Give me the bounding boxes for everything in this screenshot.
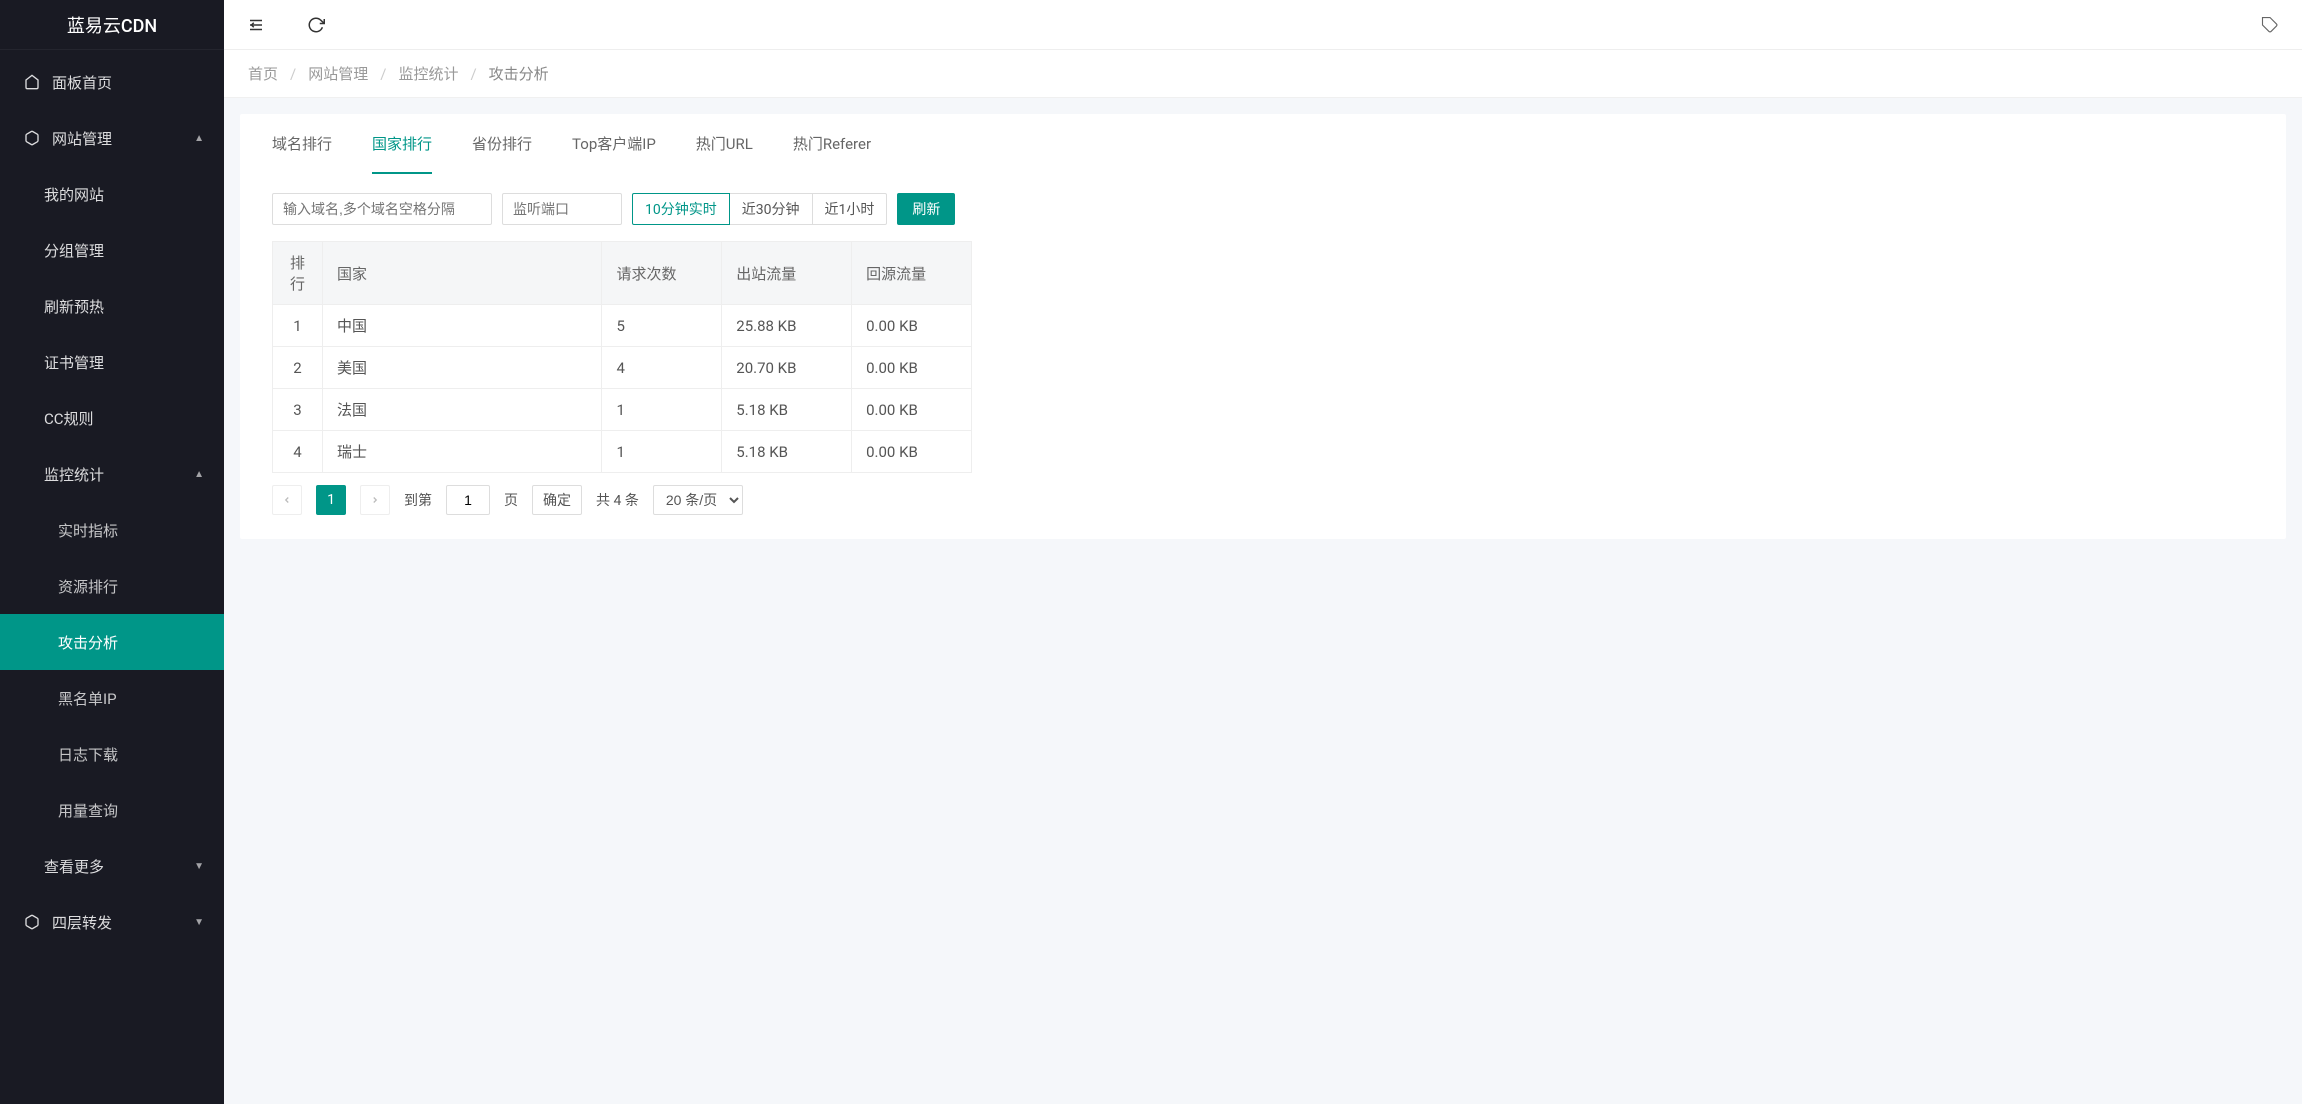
sidebar: 蓝易云CDN 面板首页 网站管理 ▲ 我的网站 分组管理 刷新预热 证书管理 C… bbox=[0, 0, 224, 1104]
page-label: 页 bbox=[504, 490, 518, 510]
cell-req: 5 bbox=[602, 305, 722, 347]
cell-rank: 4 bbox=[273, 431, 323, 473]
domain-input[interactable] bbox=[272, 193, 492, 225]
breadcrumb-home[interactable]: 首页 bbox=[248, 63, 278, 84]
chevron-up-icon: ▲ bbox=[194, 133, 204, 144]
cell-origin: 0.00 KB bbox=[852, 305, 972, 347]
refresh-button[interactable]: 刷新 bbox=[897, 193, 955, 225]
table-row: 2 美国 4 20.70 KB 0.00 KB bbox=[273, 347, 972, 389]
nav-l4-forward[interactable]: 四层转发 ▼ bbox=[0, 894, 224, 950]
nav-monitor[interactable]: 监控统计 ▲ bbox=[0, 446, 224, 502]
cell-req: 1 bbox=[602, 389, 722, 431]
next-page-button[interactable] bbox=[360, 485, 390, 515]
port-input[interactable] bbox=[502, 193, 622, 225]
cell-origin: 0.00 KB bbox=[852, 431, 972, 473]
nav-realtime[interactable]: 实时指标 bbox=[0, 502, 224, 558]
nav-usage-query[interactable]: 用量查询 bbox=[0, 782, 224, 838]
tabs: 域名排行 国家排行 省份排行 Top客户端IP 热门URL 热门Referer bbox=[272, 114, 2254, 173]
nav-my-site[interactable]: 我的网站 bbox=[0, 166, 224, 222]
tab-province-rank[interactable]: 省份排行 bbox=[472, 115, 532, 174]
cell-out: 20.70 KB bbox=[722, 347, 852, 389]
cell-origin: 0.00 KB bbox=[852, 347, 972, 389]
nav-site-mgmt[interactable]: 网站管理 ▲ bbox=[0, 110, 224, 166]
card: 域名排行 国家排行 省份排行 Top客户端IP 热门URL 热门Referer … bbox=[240, 114, 2286, 539]
tab-top-client-ip[interactable]: Top客户端IP bbox=[572, 115, 656, 174]
tab-hot-url[interactable]: 热门URL bbox=[696, 115, 753, 174]
cell-out: 25.88 KB bbox=[722, 305, 852, 347]
total-label: 共 4 条 bbox=[596, 490, 639, 510]
th-out: 出站流量 bbox=[722, 242, 852, 305]
page-1-button[interactable]: 1 bbox=[316, 485, 346, 515]
seg-1h[interactable]: 近1小时 bbox=[812, 193, 888, 225]
cell-req: 4 bbox=[602, 347, 722, 389]
breadcrumb-monitor[interactable]: 监控统计 bbox=[398, 63, 458, 84]
cell-req: 1 bbox=[602, 431, 722, 473]
tag-icon[interactable] bbox=[2258, 13, 2282, 37]
cell-rank: 3 bbox=[273, 389, 323, 431]
nav-log-download[interactable]: 日志下载 bbox=[0, 726, 224, 782]
cell-rank: 2 bbox=[273, 347, 323, 389]
content: 域名排行 国家排行 省份排行 Top客户端IP 热门URL 热门Referer … bbox=[224, 98, 2302, 1104]
cell-country: 法国 bbox=[322, 389, 601, 431]
per-page-select[interactable]: 20 条/页 bbox=[653, 485, 743, 515]
home-icon bbox=[20, 74, 44, 90]
menu-collapse-icon[interactable] bbox=[244, 13, 268, 37]
refresh-icon[interactable] bbox=[304, 13, 328, 37]
time-segment-group: 10分钟实时 近30分钟 近1小时 bbox=[632, 193, 887, 225]
nav-resource-rank[interactable]: 资源排行 bbox=[0, 558, 224, 614]
tab-domain-rank[interactable]: 域名排行 bbox=[272, 115, 332, 174]
breadcrumb: 首页 / 网站管理 / 监控统计 / 攻击分析 bbox=[224, 50, 2302, 98]
nav-blacklist-ip[interactable]: 黑名单IP bbox=[0, 670, 224, 726]
cube-icon bbox=[20, 130, 44, 146]
cube-icon bbox=[20, 914, 44, 930]
main: 首页 / 网站管理 / 监控统计 / 攻击分析 域名排行 国家排行 省份排行 T… bbox=[224, 0, 2302, 1104]
chevron-down-icon: ▼ bbox=[194, 917, 204, 928]
cell-origin: 0.00 KB bbox=[852, 389, 972, 431]
nav-group-mgmt[interactable]: 分组管理 bbox=[0, 222, 224, 278]
goto-confirm-button[interactable]: 确定 bbox=[532, 485, 582, 515]
breadcrumb-site-mgmt[interactable]: 网站管理 bbox=[308, 63, 368, 84]
filter-row: 10分钟实时 近30分钟 近1小时 刷新 bbox=[272, 193, 2254, 225]
nav-view-more[interactable]: 查看更多 ▼ bbox=[0, 838, 224, 894]
seg-30min[interactable]: 近30分钟 bbox=[729, 193, 813, 225]
th-country: 国家 bbox=[322, 242, 601, 305]
nav-cert-mgmt[interactable]: 证书管理 bbox=[0, 334, 224, 390]
seg-10min[interactable]: 10分钟实时 bbox=[632, 193, 730, 225]
chevron-up-icon: ▲ bbox=[194, 469, 204, 480]
table-row: 1 中国 5 25.88 KB 0.00 KB bbox=[273, 305, 972, 347]
cell-out: 5.18 KB bbox=[722, 431, 852, 473]
nav-home-label: 面板首页 bbox=[52, 72, 112, 93]
cell-country: 美国 bbox=[322, 347, 601, 389]
nav-home[interactable]: 面板首页 bbox=[0, 54, 224, 110]
th-req: 请求次数 bbox=[602, 242, 722, 305]
topbar bbox=[224, 0, 2302, 50]
chevron-down-icon: ▼ bbox=[194, 861, 204, 872]
table-row: 4 瑞士 1 5.18 KB 0.00 KB bbox=[273, 431, 972, 473]
nav-site-mgmt-label: 网站管理 bbox=[52, 128, 112, 149]
nav-l4-label: 四层转发 bbox=[52, 912, 112, 933]
breadcrumb-current: 攻击分析 bbox=[489, 63, 549, 84]
cell-rank: 1 bbox=[273, 305, 323, 347]
cell-out: 5.18 KB bbox=[722, 389, 852, 431]
pagination: 1 到第 页 确定 共 4 条 20 条/页 bbox=[272, 485, 2254, 515]
cell-country: 瑞士 bbox=[322, 431, 601, 473]
goto-label: 到第 bbox=[404, 490, 432, 510]
nav: 面板首页 网站管理 ▲ 我的网站 分组管理 刷新预热 证书管理 CC规则 监控统… bbox=[0, 50, 224, 1104]
nav-cc-rule[interactable]: CC规则 bbox=[0, 390, 224, 446]
goto-page-input[interactable] bbox=[446, 485, 490, 515]
tab-hot-referer[interactable]: 热门Referer bbox=[793, 115, 871, 174]
logo: 蓝易云CDN bbox=[0, 0, 224, 50]
nav-attack-analysis[interactable]: 攻击分析 bbox=[0, 614, 224, 670]
prev-page-button[interactable] bbox=[272, 485, 302, 515]
th-rank: 排行 bbox=[273, 242, 323, 305]
data-table: 排行 国家 请求次数 出站流量 回源流量 1 中国 5 25.88 KB 0.0… bbox=[272, 241, 972, 473]
cell-country: 中国 bbox=[322, 305, 601, 347]
table-row: 3 法国 1 5.18 KB 0.00 KB bbox=[273, 389, 972, 431]
tab-country-rank[interactable]: 国家排行 bbox=[372, 115, 432, 174]
th-origin: 回源流量 bbox=[852, 242, 972, 305]
nav-refresh-preheat[interactable]: 刷新预热 bbox=[0, 278, 224, 334]
